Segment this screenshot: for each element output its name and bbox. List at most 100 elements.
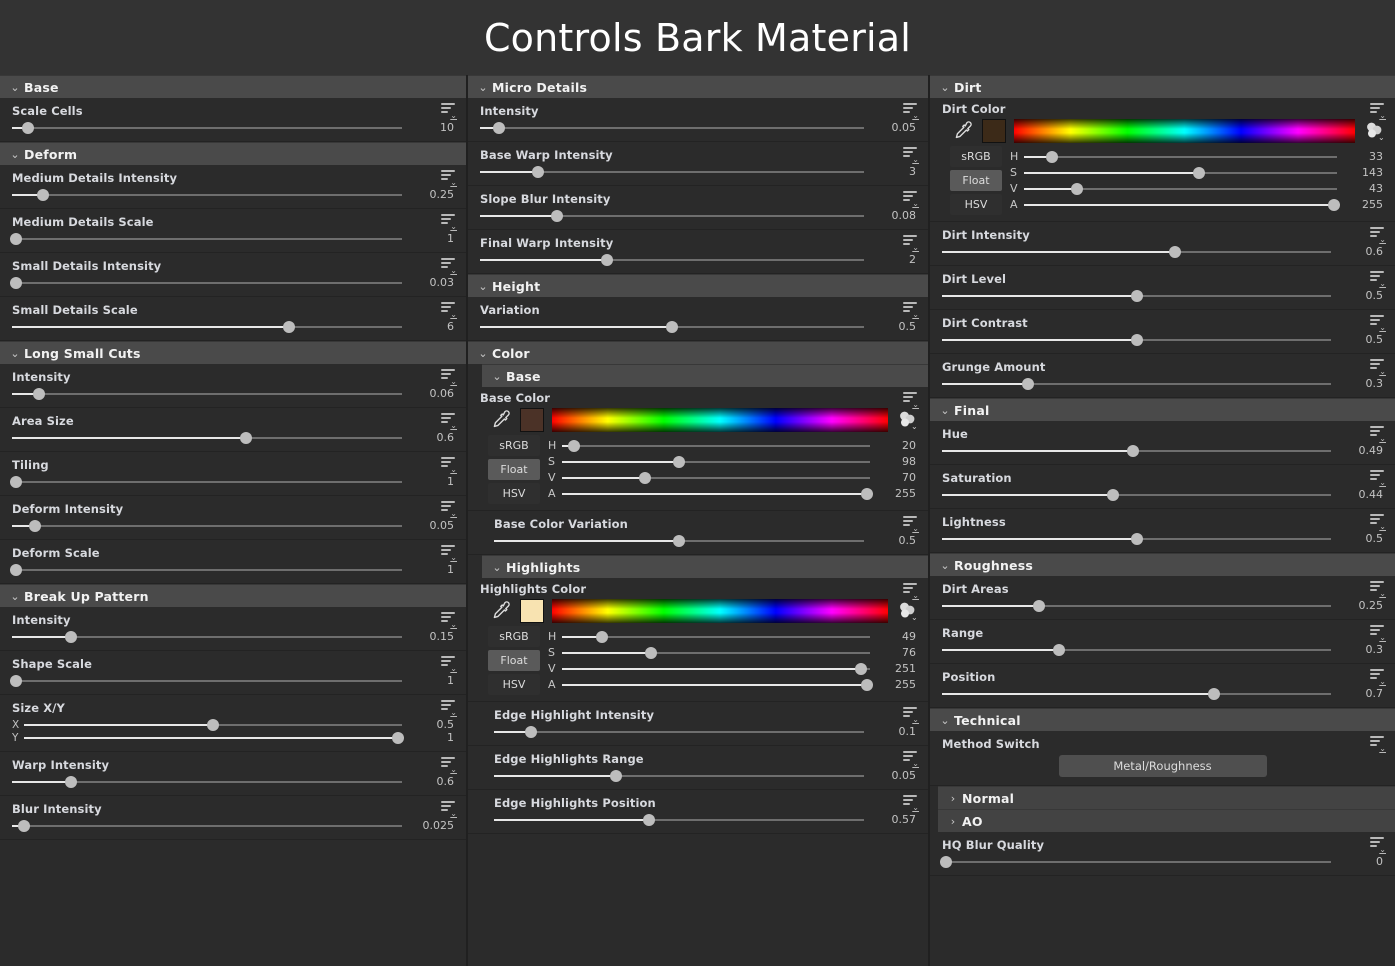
param-value[interactable]: 1 [402,475,458,488]
highlights-color-s-slider[interactable] [562,646,870,659]
base-color-s-slider[interactable] [562,455,870,468]
slider-handle[interactable] [525,725,537,738]
slider-handle[interactable] [854,662,867,675]
slider-handle[interactable] [21,121,34,134]
intensity-slider[interactable] [12,630,402,643]
color-palette-icon[interactable]: ⌄ [896,599,920,623]
section-header-final[interactable]: ⌄ Final [930,398,1395,421]
dirt-contrast-slider[interactable] [942,333,1331,346]
medium-details-intensity-slider[interactable] [12,188,402,201]
list-menu-icon[interactable]: ⌄ [441,302,457,319]
section-header-technical[interactable]: ⌄ Technical [930,708,1395,731]
lightness-slider[interactable] [942,532,1331,545]
slider-handle[interactable] [1327,198,1340,211]
base-warp-intensity-slider[interactable] [480,165,864,178]
section-header-micro-details[interactable]: ⌄ Micro Details [468,75,928,98]
param-value[interactable]: 0.15 [402,630,458,643]
param-value[interactable]: 0.49 [1331,444,1387,457]
section-header-base[interactable]: ⌄ Base [0,75,466,98]
param-value[interactable]: 0.57 [864,813,920,826]
hue-slider[interactable] [942,444,1331,457]
list-menu-icon[interactable]: ⌄ [1370,625,1386,642]
color-swatch[interactable] [520,599,544,623]
dirt-intensity-slider[interactable] [942,245,1331,258]
grunge-amount-slider[interactable] [942,377,1331,390]
list-menu-icon[interactable]: ⌄ [1370,426,1386,443]
list-menu-icon[interactable]: ⌄ [1370,514,1386,531]
color-mode-hsv[interactable]: HSV [950,194,1002,215]
intensity-slider[interactable] [12,387,402,400]
param-value[interactable]: 0.25 [1331,599,1387,612]
param-value[interactable]: 0.5 [864,534,920,547]
final-warp-intensity-slider[interactable] [480,253,864,266]
channel-value[interactable]: 33 [1337,150,1387,163]
saturation-slider[interactable] [942,488,1331,501]
slider-handle[interactable] [1071,182,1084,195]
slope-blur-intensity-slider[interactable] [480,209,864,222]
slider-handle[interactable] [207,718,219,731]
color-swatch[interactable] [520,408,544,432]
tiling-slider[interactable] [9,475,402,488]
slider-handle[interactable] [1208,687,1221,700]
param-value[interactable]: 0.08 [864,209,920,222]
dirt-areas-slider[interactable] [942,599,1331,612]
edge-highlight-intensity-slider[interactable] [494,725,864,738]
list-menu-icon[interactable]: ⌄ [441,612,457,629]
small-details-scale-slider[interactable] [12,320,402,333]
list-menu-icon[interactable]: ⌄ [903,516,919,533]
size-x-y-y-slider[interactable] [24,731,405,744]
section-header-long-small-cuts[interactable]: ⌄ Long Small Cuts [0,341,466,364]
slider-handle[interactable] [9,674,22,687]
list-menu-icon[interactable]: ⌄ [441,214,457,231]
param-value[interactable]: 0.05 [864,121,920,134]
channel-value[interactable]: 255 [870,678,920,691]
slider-handle[interactable] [1033,599,1046,612]
list-menu-icon[interactable]: ⌄ [1370,359,1386,376]
color-mode-srgb[interactable]: sRGB [950,146,1002,167]
edge-highlights-range-slider[interactable] [494,769,864,782]
list-menu-icon[interactable]: ⌄ [441,369,457,386]
list-menu-icon[interactable]: ⌄ [1370,227,1386,244]
list-menu-icon[interactable]: ⌄ [903,795,919,812]
color-mode-float[interactable]: Float [488,650,540,671]
slider-handle[interactable] [643,813,656,826]
list-menu-icon[interactable]: ⌄ [903,392,919,409]
list-menu-icon[interactable]: ⌄ [1370,669,1386,686]
channel-value[interactable]: 70 [870,471,920,484]
list-menu-icon[interactable]: ⌄ [903,583,919,600]
param-value[interactable]: 0.3 [1331,377,1387,390]
list-menu-icon[interactable]: ⌄ [441,545,457,562]
slider-handle[interactable] [493,121,506,134]
param-value[interactable]: 0.25 [402,188,458,201]
intensity-slider[interactable] [480,121,864,134]
list-menu-icon[interactable]: ⌄ [1370,736,1386,753]
hue-gradient-strip[interactable] [552,408,888,432]
slider-handle[interactable] [1130,289,1143,302]
deform-intensity-slider[interactable] [12,519,402,532]
param-value[interactable]: 0.05 [864,769,920,782]
list-menu-icon[interactable]: ⌄ [903,707,919,724]
list-menu-icon[interactable]: ⌄ [1370,470,1386,487]
list-menu-icon[interactable]: ⌄ [1370,271,1386,288]
warp-intensity-slider[interactable] [12,775,402,788]
param-value[interactable]: 0.05 [402,519,458,532]
slider-handle[interactable] [860,678,873,691]
slider-handle[interactable] [673,534,685,547]
channel-value[interactable]: 76 [870,646,920,659]
section-header-dirt[interactable]: ⌄ Dirt [930,75,1395,98]
highlights-color-a-slider[interactable] [562,678,873,691]
dirt-color-h-slider[interactable] [1024,150,1337,163]
scale-cells-slider[interactable] [12,121,402,134]
section-header-break-up-pattern[interactable]: ⌄ Break Up Pattern [0,584,466,607]
dirt-color-v-slider[interactable] [1024,182,1337,195]
dirt-color-a-slider[interactable] [1024,198,1340,211]
slider-handle[interactable] [568,439,581,452]
base-color-a-slider[interactable] [562,487,873,500]
param-value[interactable]: 2 [864,253,920,266]
list-menu-icon[interactable]: ⌄ [441,457,457,474]
channel-value[interactable]: 43 [1337,182,1387,195]
param-value[interactable]: 1 [402,731,458,744]
list-menu-icon[interactable]: ⌄ [441,103,457,120]
slider-handle[interactable] [596,630,609,643]
size-x-y-x-slider[interactable] [24,718,402,731]
